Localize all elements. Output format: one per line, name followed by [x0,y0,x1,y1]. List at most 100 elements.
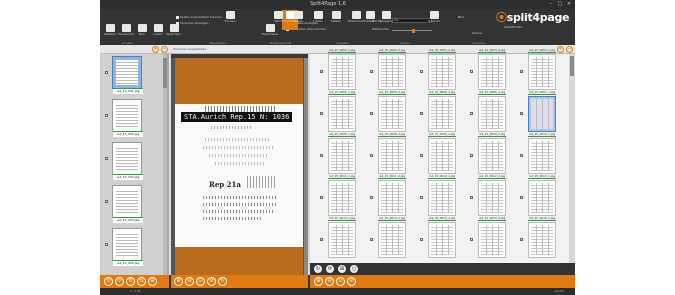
grid-tool-3-icon[interactable]: ⊙ [336,277,345,286]
page-checkbox[interactable] [370,196,373,199]
rotate-right-icon[interactable]: ⟳ [326,265,334,273]
output-page-thumbnail[interactable] [478,222,506,258]
output-page-thumbnail[interactable] [428,138,456,174]
page-checkbox[interactable] [370,112,373,115]
grid-view-icon[interactable]: ⊞ [338,265,346,273]
output-page-thumbnail[interactable] [428,54,456,90]
left-zoom-in-icon[interactable]: + [152,46,159,53]
page-checkbox[interactable] [520,70,523,73]
page-checkbox[interactable] [370,238,373,241]
spiegeln-button[interactable]: Spiegeln [378,10,394,30]
source-tool-4-icon[interactable]: ⇆ [137,277,146,286]
page-checkbox[interactable] [320,238,323,241]
close-button[interactable]: ✕ [565,1,573,7]
source-tool-5-icon[interactable]: ⊕ [148,277,157,286]
source-thumbnail[interactable]: rs4_15_003.jpg [112,142,143,180]
page-checkbox[interactable] [420,196,423,199]
viewer-tool-4-icon[interactable]: ⊘ [207,277,216,286]
source-thumbnail[interactable]: rs4_15_002.jpg [112,99,143,137]
verzeichnis-button[interactable]: Verzeichnis [118,23,134,43]
grid-scrollbar-thumb[interactable] [570,56,574,76]
filename-slider[interactable] [392,28,432,33]
thumbnail-checkbox[interactable] [105,71,108,74]
output-page-thumbnail[interactable] [478,180,506,216]
thumbnail-checkbox[interactable] [105,114,108,117]
page-checkbox[interactable] [370,70,373,73]
page-checkbox[interactable] [420,112,423,115]
output-page-thumbnail[interactable] [528,54,556,90]
start-button[interactable]: Start [270,10,286,30]
output-page-thumbnail[interactable] [328,96,356,132]
suchen-button[interactable]: Suchen [222,10,238,30]
output-page-thumbnail[interactable] [378,54,406,90]
output-page-thumbnail[interactable] [428,222,456,258]
laden-button[interactable]: Laden [310,10,326,30]
output-page-thumbnail[interactable] [378,96,406,132]
output-page-thumbnail[interactable] [478,54,506,90]
source-thumbnail[interactable]: rs4_15_005.jpg [112,228,143,266]
output-page-thumbnail[interactable] [328,180,356,216]
left-scrollbar[interactable] [163,54,167,275]
output-page-thumbnail[interactable] [378,138,406,174]
output-page-thumbnail[interactable] [428,180,456,216]
grid-tool-4-icon[interactable]: ⊘ [347,277,356,286]
left-zoom-out-icon[interactable]: − [161,46,168,53]
output-page-thumbnail[interactable] [528,180,556,216]
neu-button[interactable]: Neu [134,23,150,43]
left-scrollbar-thumb[interactable] [163,58,167,88]
page-checkbox[interactable] [470,70,473,73]
minimize-button[interactable]: – [547,1,555,7]
page-checkbox[interactable] [320,112,323,115]
page-checkbox[interactable] [470,112,473,115]
output-page-thumbnail[interactable] [528,96,556,132]
grid-zoom-in-icon[interactable]: + [557,46,564,53]
page-checkbox[interactable] [320,154,323,157]
grid-tool-1-icon[interactable]: ⊕ [314,277,323,286]
output-page-thumbnail[interactable] [328,222,356,258]
grid-tool-2-icon[interactable]: ⊖ [325,277,334,286]
output-page-thumbnail[interactable] [528,222,556,258]
page-checkbox[interactable] [520,238,523,241]
grid-scrollbar[interactable] [569,54,575,263]
thumbnail-checkbox[interactable] [105,157,108,160]
setzen-button[interactable]: Setzen [328,10,344,30]
page-checkbox[interactable] [470,196,473,199]
viewer-tool-1-icon[interactable]: ⊕ [174,277,183,286]
page-checkbox[interactable] [420,70,423,73]
page-checkbox[interactable] [470,238,473,241]
source-thumbnail[interactable]: rs4_15_001.jpg [112,56,143,94]
drehen-button[interactable]: Drehen [362,10,378,30]
circle-icon[interactable]: ○ [350,265,358,273]
page-checkbox[interactable] [320,196,323,199]
grid-zoom-out-icon[interactable]: − [566,46,573,53]
output-page-thumbnail[interactable] [428,96,456,132]
page-checkbox[interactable] [520,196,523,199]
output-page-thumbnail[interactable] [528,138,556,174]
page-checkbox[interactable] [420,154,423,157]
checkbox-auto-split[interactable]: Seiten automatisch trennen [176,15,222,19]
source-thumbnail[interactable]: rs4_15_004.jpg [112,185,143,223]
output-page-thumbnail[interactable] [478,138,506,174]
output-page-thumbnail[interactable] [328,54,356,90]
page-checkbox[interactable] [420,238,423,241]
viewer-tool-3-icon[interactable]: ⊙ [196,277,205,286]
thumbnail-checkbox[interactable]: ✓ [105,200,109,204]
output-page-thumbnail[interactable] [328,138,356,174]
dateien-button[interactable]: Dateien [102,23,118,43]
trennen-button[interactable]: Trennen [426,10,442,30]
laden-button[interactable]: Laden [150,23,166,43]
thumbnail-checkbox[interactable] [105,243,108,246]
stopp-button[interactable]: Stopp [290,10,306,30]
output-page-thumbnail[interactable] [378,222,406,258]
source-tool-1-icon[interactable]: ⟲ [104,277,113,286]
maximize-button[interactable]: □ [556,1,564,7]
page-checkbox[interactable] [370,154,373,157]
page-checkbox[interactable] [520,154,523,157]
viewer-tool-5-icon[interactable]: ↻ [218,277,227,286]
source-tool-3-icon[interactable]: ⇅ [126,277,135,286]
output-page-thumbnail[interactable] [478,96,506,132]
output-page-thumbnail[interactable] [378,180,406,216]
viewer-scrollbar[interactable] [304,58,308,275]
source-tool-2-icon[interactable]: ⟳ [115,277,124,286]
viewer-tool-2-icon[interactable]: ⊖ [185,277,194,286]
